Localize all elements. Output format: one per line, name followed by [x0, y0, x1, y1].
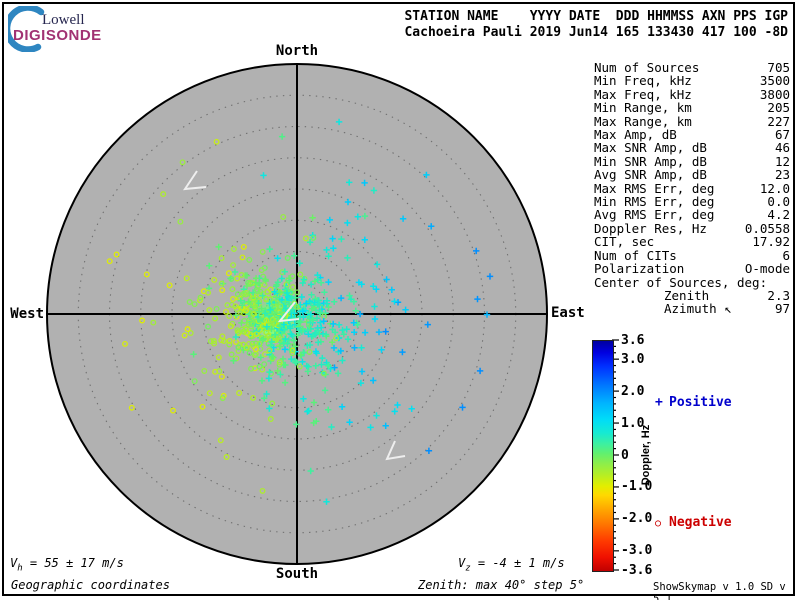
circle-symbol-icon: ○: [655, 518, 669, 529]
zenith-scale-note: Zenith: max 40° step 5°: [418, 578, 584, 592]
stat-row: Max Freq, kHz3800: [594, 88, 790, 101]
colorbar-tick-label: 3.6: [621, 333, 644, 348]
compass-east-label: East: [551, 305, 585, 321]
colorbar-tick-label: 0: [621, 448, 629, 463]
stat-row: Max Range, km227: [594, 115, 790, 128]
colorbar-gradient: [592, 340, 614, 572]
legend-negative: ○Negative: [655, 515, 732, 530]
stat-row: Avg SNR Amp, dB23: [594, 168, 790, 181]
colorbar-axis-title: Doppler, Hz: [640, 395, 654, 515]
stat-row: Max SNR Amp, dB46: [594, 141, 790, 154]
stats-panel: Num of Sources705Min Freq, kHz3500Max Fr…: [594, 61, 790, 316]
stat-row: Num of CITs6: [594, 249, 790, 262]
stat-row: PolarizationO-mode: [594, 262, 790, 275]
stat-row: Zenith2.3: [594, 289, 790, 302]
stat-row: Max Amp, dB67: [594, 128, 790, 141]
stat-row: Min Range, km205: [594, 101, 790, 114]
horizontal-velocity-value: Vh = 55 ± 17 m/s: [10, 556, 124, 573]
vertical-velocity-value: Vz = -4 ± 1 m/s: [458, 556, 565, 573]
stat-row: Center of Sources, deg:: [594, 276, 790, 289]
version-label: ShowSkymap v 1.0 SD v 5.1: [653, 581, 800, 600]
legend-positive: +Positive: [655, 395, 732, 410]
plus-symbol-icon: +: [655, 395, 669, 410]
compass-north-label: North: [272, 43, 322, 59]
legend-negative-label: Negative: [669, 515, 732, 530]
stat-row: Avg RMS Err, deg4.2: [594, 208, 790, 221]
stat-row: Min RMS Err, deg0.0: [594, 195, 790, 208]
compass-west-label: West: [0, 306, 44, 322]
legend-positive-label: Positive: [669, 395, 732, 410]
colorbar-tick-label: -3.6: [621, 563, 652, 578]
colorbar-tick-label: 3.0: [621, 352, 644, 367]
compass-south-label: South: [272, 566, 322, 582]
stat-row: Max RMS Err, deg12.0: [594, 182, 790, 195]
stat-row: Min SNR Amp, dB12: [594, 155, 790, 168]
stat-row: Min Freq, kHz3500: [594, 74, 790, 87]
stat-row: Azimuth ↖97: [594, 302, 790, 315]
stat-row: CIT, sec17.92: [594, 235, 790, 248]
stat-row: Num of Sources705: [594, 61, 790, 74]
colorbar-tick-label: -3.0: [621, 543, 652, 558]
showskymap-window: Lowell DIGISONDE STATION NAME YYYY DATE …: [0, 0, 800, 600]
coordinate-system-label: Geographic coordinates: [11, 578, 170, 592]
stat-row: Doppler Res, Hz0.0558: [594, 222, 790, 235]
